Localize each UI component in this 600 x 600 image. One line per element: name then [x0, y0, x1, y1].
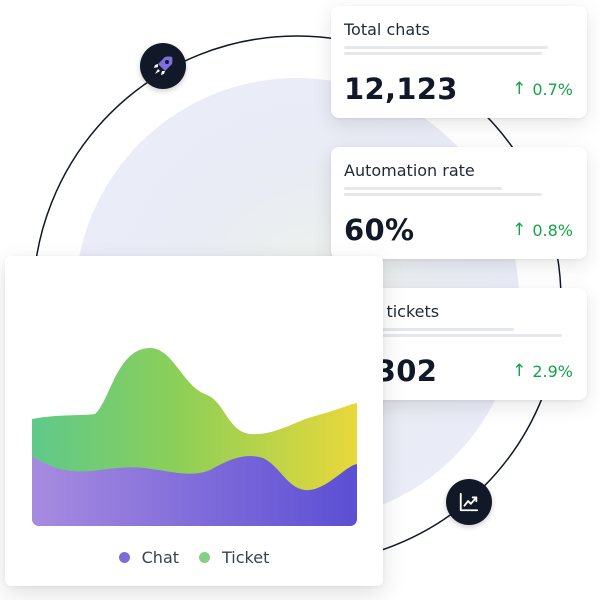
arrow-up-icon: ↑ [512, 220, 527, 240]
placeholder-line [344, 187, 502, 190]
metric-value: 60% [344, 213, 415, 247]
metric-title: Total chats [344, 20, 430, 39]
legend-dot-chat [118, 552, 130, 563]
arrow-up-icon: ↑ [512, 79, 527, 99]
metric-change-value: 2.9% [532, 361, 573, 381]
placeholder-line [344, 193, 542, 196]
metric-card-automation-rate: Automation rate 60% ↑ 0.8% [331, 147, 587, 259]
area-chart-card: Chat Ticket [5, 256, 383, 586]
metric-change-value: 0.7% [532, 79, 573, 99]
rocket-icon [140, 43, 186, 89]
metric-change: ↑ 2.9% [512, 361, 573, 381]
legend-item-ticket: Ticket [199, 548, 269, 567]
placeholder-line [344, 52, 542, 55]
legend-item-chat: Chat [118, 548, 180, 567]
arrow-up-icon: ↑ [512, 361, 527, 381]
legend-dot-ticket [199, 552, 211, 563]
legend-label: Ticket [222, 548, 270, 567]
metric-value: 12,123 [344, 72, 458, 106]
metric-change: ↑ 0.8% [512, 220, 573, 240]
metric-change: ↑ 0.7% [512, 79, 573, 99]
metric-card-total-chats: Total chats 12,123 ↑ 0.7% [331, 6, 587, 118]
legend-label: Chat [141, 548, 180, 567]
metric-change-value: 0.8% [532, 220, 573, 240]
chart-legend: Chat Ticket [5, 548, 383, 567]
metric-title: Automation rate [344, 161, 475, 180]
trend-chart-icon [446, 479, 492, 525]
placeholder-line [344, 46, 548, 49]
area-chart [32, 348, 357, 526]
